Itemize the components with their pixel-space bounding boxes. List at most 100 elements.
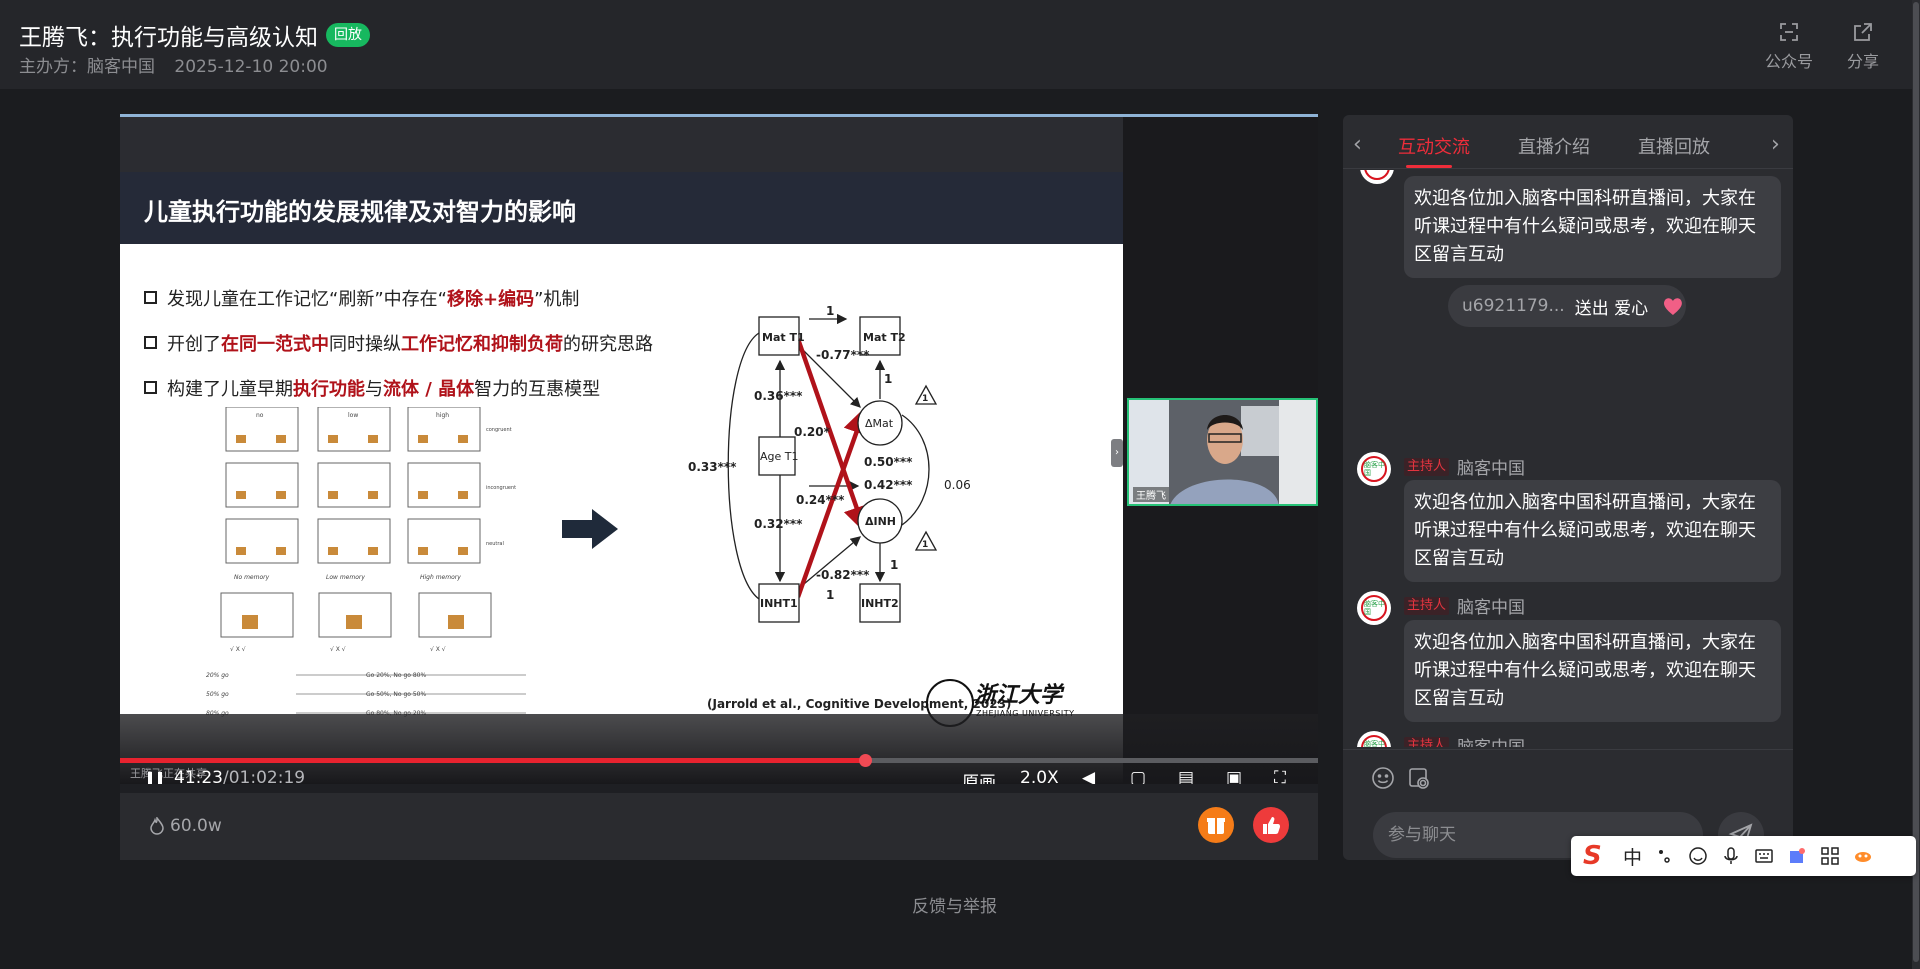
- chat-panel: ‹ 互动交流 直播介绍 直播回放 › 欢迎各位加入脑客中国科研直播间，大家在听课…: [1343, 115, 1793, 860]
- host-tag: 主持人: [1404, 457, 1450, 476]
- university-name-cn: 浙江大学: [974, 682, 1063, 708]
- speaker-camera[interactable]: 王腾飞: [1127, 398, 1318, 506]
- active-tab-underline: [1406, 165, 1452, 168]
- subtitle-icon[interactable]: ▤: [1178, 770, 1194, 784]
- heat-value: 60.0w: [170, 816, 222, 836]
- paradigm-col-label-3: high: [436, 412, 449, 419]
- ime-language-toggle[interactable]: 中: [1623, 843, 1642, 870]
- image-upload-icon[interactable]: [1407, 766, 1431, 790]
- host-tag: 主持人: [1404, 736, 1450, 747]
- pip-icon[interactable]: ▣: [1226, 770, 1242, 784]
- slide-header-band: [120, 117, 1123, 172]
- tab-intro[interactable]: 直播介绍: [1518, 133, 1590, 159]
- voice-input-icon[interactable]: [1721, 846, 1741, 866]
- share-button[interactable]: 分享: [1847, 20, 1879, 72]
- official-account-button[interactable]: 公众号: [1765, 20, 1813, 72]
- danmaku-off-icon[interactable]: ▢: [1130, 770, 1146, 784]
- speed-button[interactable]: 2.0X: [1020, 770, 1059, 784]
- progress-bar[interactable]: [120, 754, 1318, 767]
- quality-button[interactable]: 原画: [962, 770, 996, 784]
- gift-button[interactable]: [1198, 807, 1234, 843]
- page-scrollbar[interactable]: [1912, 0, 1920, 969]
- title-row: 王腾飞：执行功能与高级认知 回放: [19, 18, 370, 52]
- tab-interaction[interactable]: 互动交流: [1398, 133, 1470, 159]
- feedback-link[interactable]: 反馈与举报: [912, 892, 997, 917]
- like-button[interactable]: [1253, 807, 1289, 843]
- tabs-next-icon[interactable]: ›: [1771, 132, 1780, 157]
- coef-age-mat: 0.36***: [754, 389, 803, 403]
- playback-time: 41:23/01:02:19: [174, 770, 305, 784]
- coef-dmat-mat2: 1: [884, 372, 892, 386]
- skin-icon[interactable]: [1787, 846, 1807, 866]
- page-title: 王腾飞：执行功能与高级认知: [19, 25, 318, 51]
- camera-toggle-button[interactable]: ›: [1111, 439, 1123, 467]
- mascot-icon[interactable]: [1853, 846, 1873, 866]
- slide-header: 儿童执行功能的发展规律及对智力的影响: [120, 117, 1123, 244]
- coef-dcov: 0.06: [944, 478, 971, 492]
- coef-inh-path: 1: [826, 588, 834, 602]
- sem-node-age-t1: Age T1: [760, 450, 799, 463]
- fullscreen-icon[interactable]: ⛶: [1274, 770, 1286, 784]
- gift-action: 送出 爱心: [1574, 298, 1649, 319]
- avatar: [1360, 170, 1394, 184]
- page-header: 王腾飞：执行功能与高级认知 回放 主办方：脑客中国 2025-12-10 20:…: [0, 0, 1920, 89]
- tab-replay[interactable]: 直播回放: [1638, 133, 1710, 159]
- official-account-label: 公众号: [1765, 52, 1814, 71]
- paradigm-marks-1: √ X √: [230, 646, 246, 653]
- coef-mat-path: 1: [826, 304, 834, 318]
- coef-cross2: 0.24***: [796, 493, 845, 507]
- paradigm-memory-label-2: Low memory: [326, 574, 365, 581]
- paradigm-col-label-1: no: [256, 412, 264, 419]
- bullet-square-icon: [144, 336, 157, 349]
- heat-count: 60.0w: [148, 816, 222, 836]
- sem-node-dmat: ΔMat: [865, 417, 894, 430]
- paradigm-row-label-2: incongruent: [486, 485, 516, 491]
- tabs-prev-icon[interactable]: ‹: [1353, 132, 1362, 157]
- keyboard-icon[interactable]: [1754, 846, 1774, 866]
- coef-self2: 0.42***: [864, 478, 913, 492]
- ime-emoji-icon[interactable]: [1688, 846, 1708, 866]
- host-tag: 主持人: [1404, 596, 1450, 615]
- chat-messages[interactable]: 欢迎各位加入脑客中国科研直播间，大家在听课过程中有什么疑问或思考，欢迎在聊天区留…: [1343, 170, 1793, 747]
- broadcast-datetime: 2025-12-10 20:00: [174, 57, 328, 77]
- toolbox-icon[interactable]: [1820, 846, 1840, 866]
- thumbs-up-icon: [1263, 817, 1280, 834]
- sem-node-inh-t1: INHT1: [760, 597, 798, 610]
- coef-mat-inh-cov: 0.33***: [688, 460, 737, 474]
- progress-fill: [120, 758, 866, 763]
- paradigm-memory-label-3: High memory: [420, 574, 461, 581]
- punctuation-icon[interactable]: [1655, 846, 1675, 866]
- volume-icon[interactable]: ◀: [1082, 770, 1095, 784]
- video-area[interactable]: 儿童执行功能的发展规律及对智力的影响 发现儿童在工作记忆“刷新”中存在“ 移除+编…: [120, 114, 1318, 784]
- scrollbar-thumb[interactable]: [1913, 2, 1919, 962]
- coef-cross1: 0.20*: [794, 425, 831, 439]
- replay-badge: 回放: [326, 23, 370, 47]
- coef-age-inh: 0.32***: [754, 517, 803, 531]
- host-avatar: 脑客中国: [1357, 452, 1391, 486]
- panel-tabs: ‹ 互动交流 直播介绍 直播回放 ›: [1343, 115, 1793, 169]
- paradigm-marks-2: √ X √: [330, 646, 346, 653]
- organizer: 主办方：脑客中国: [19, 57, 155, 77]
- sogou-logo-icon[interactable]: S: [1583, 842, 1611, 870]
- paradigm-memory-label-1: No memory: [234, 574, 270, 581]
- flame-icon: [150, 817, 164, 835]
- paradigm-grid: [220, 407, 492, 638]
- slide-title: 儿童执行功能的发展规律及对智力的影响: [144, 198, 576, 226]
- current-time: 41:23: [174, 770, 223, 784]
- paradigm-col-label-2: low: [348, 412, 358, 419]
- paradigm-houses: [236, 435, 468, 629]
- emoji-icon[interactable]: [1371, 766, 1395, 790]
- university-logo: 浙江大学 ZHEJIANG UNIVERSITY: [974, 677, 1074, 718]
- chat-message-bubble: 欢迎各位加入脑客中国科研直播间，大家在听课过程中有什么疑问或思考，欢迎在聊天区留…: [1404, 176, 1781, 278]
- message-author: 主持人脑客中国: [1404, 454, 1525, 479]
- ime-toolbar: S 中: [1571, 836, 1916, 876]
- coef-dinh-inh2: 1: [890, 558, 898, 572]
- message-author: 主持人脑客中国: [1404, 593, 1525, 618]
- go-row-text-1: Go 20%, No go 80%: [366, 672, 426, 679]
- share-icon: [1854, 23, 1872, 41]
- slide-bullet-3: 构建了儿童早期 执行功能与流体 / 晶体 智力的互惠模型: [144, 365, 653, 410]
- pause-icon[interactable]: [148, 772, 162, 784]
- host-avatar: 脑客中国: [1357, 591, 1391, 625]
- slide-bullet-1: 发现儿童在工作记忆“刷新”中存在“ 移除+编码 ”机制: [144, 275, 653, 320]
- presentation-slide: 儿童执行功能的发展规律及对智力的影响 发现儿童在工作记忆“刷新”中存在“ 移除+编…: [120, 117, 1123, 784]
